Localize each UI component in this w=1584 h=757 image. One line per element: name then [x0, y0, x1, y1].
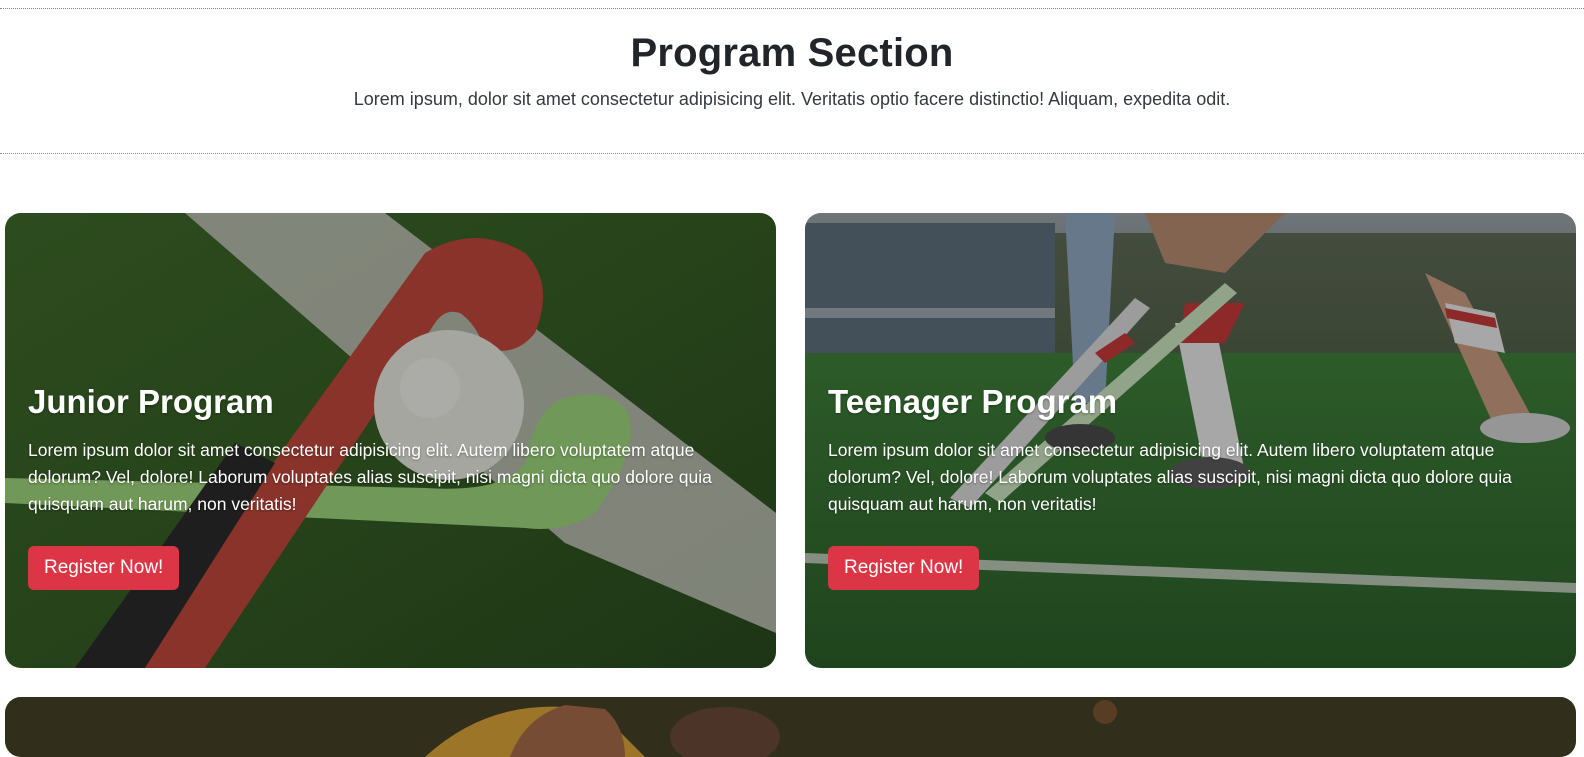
card-title: Teenager Program — [828, 383, 1118, 420]
card-text: Lorem ipsum dolor sit amet consectetur a… — [828, 440, 1512, 514]
program-card-teenager: Teenager Program Lorem ipsum dolor sit a… — [805, 213, 1576, 668]
card-body: Teenager Program Lorem ipsum dolor sit a… — [828, 383, 1553, 590]
program-section-header: Program Section Lorem ipsum, dolor sit a… — [0, 8, 1584, 154]
program-card-junior: Junior Program Lorem ipsum dolor sit ame… — [5, 213, 776, 668]
card-text: Lorem ipsum dolor sit amet consectetur a… — [28, 440, 712, 514]
card-title: Junior Program — [28, 383, 274, 420]
program-card-third — [5, 697, 1576, 757]
register-now-button[interactable]: Register Now! — [28, 546, 180, 590]
register-now-button[interactable]: Register Now! — [828, 546, 980, 590]
image-overlay — [5, 697, 1576, 757]
section-subtitle: Lorem ipsum, dolor sit amet consectetur … — [353, 89, 1231, 109]
card-body: Junior Program Lorem ipsum dolor sit ame… — [28, 383, 753, 590]
section-title: Program Section — [630, 31, 954, 75]
